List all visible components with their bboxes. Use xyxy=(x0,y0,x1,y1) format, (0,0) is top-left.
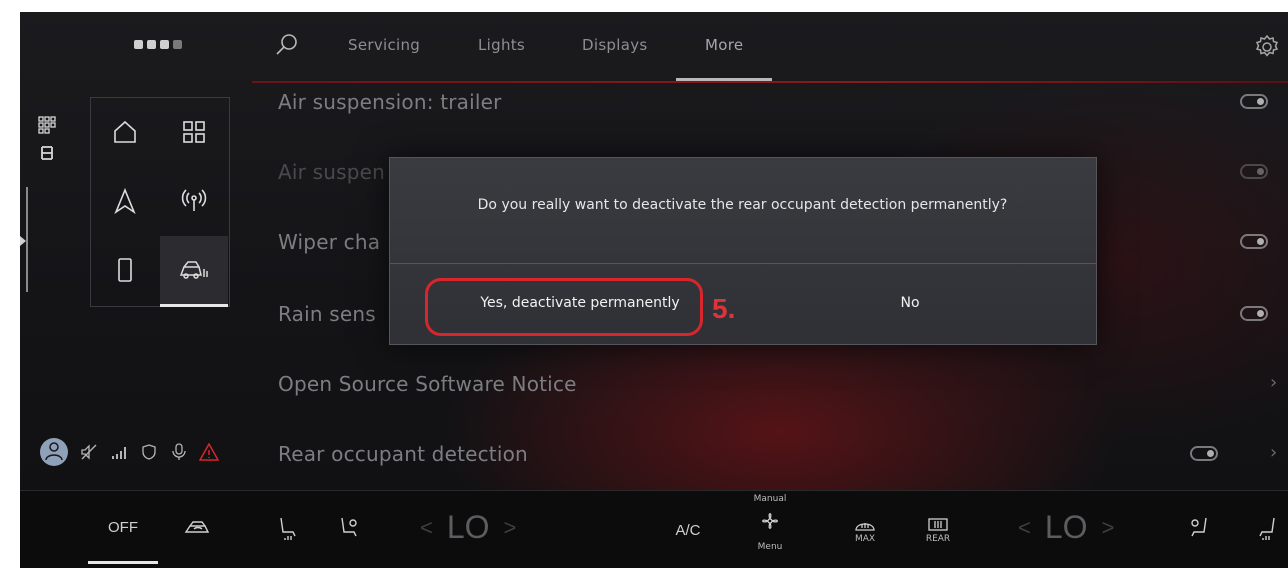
mute-icon xyxy=(78,441,100,463)
status-bar xyxy=(38,435,220,469)
list-item[interactable]: Open Source Software Notice › xyxy=(278,372,1288,442)
fan-menu-label[interactable]: Menu xyxy=(748,541,792,553)
climate-bar: OFF < LO > A/C Manual Menu MAX REAR < LO… xyxy=(20,490,1288,568)
right-seat-heat-icon[interactable] xyxy=(1248,509,1284,549)
radio-icon[interactable] xyxy=(160,167,228,235)
tab-displays[interactable]: Displays xyxy=(582,36,648,54)
setting-label: Rear occupant detection xyxy=(278,442,528,466)
gear-icon[interactable] xyxy=(1254,34,1280,60)
max-defrost-button[interactable]: MAX xyxy=(848,507,882,553)
seat-ventilation-icon[interactable] xyxy=(332,509,368,549)
toggle-switch[interactable] xyxy=(1240,306,1268,321)
rail-handle-icon[interactable] xyxy=(20,236,26,246)
top-bar: Servicing Lights Displays More xyxy=(252,12,1288,82)
brand-icon[interactable] xyxy=(38,144,56,162)
climate-off-button[interactable]: OFF xyxy=(88,501,158,553)
toggle-switch[interactable] xyxy=(1240,164,1268,179)
infotainment-display: Servicing Lights Displays More Air suspe… xyxy=(20,12,1288,568)
car-icon[interactable] xyxy=(160,236,228,307)
setting-label: Wiper cha xyxy=(278,230,381,254)
rear-label: REAR xyxy=(925,534,951,544)
dialog-divider xyxy=(390,263,1096,264)
phone-icon[interactable] xyxy=(91,236,159,304)
fan-icon[interactable] xyxy=(755,507,785,535)
seat-heat-icon[interactable] xyxy=(270,509,306,549)
step-number: 5. xyxy=(712,293,736,324)
chevron-left-icon[interactable]: < xyxy=(1018,515,1031,541)
grid-small-icon[interactable] xyxy=(38,116,56,134)
screenshot-frame: Servicing Lights Displays More Air suspe… xyxy=(0,0,1288,568)
right-temp-value: LO xyxy=(1044,509,1088,545)
left-temperature[interactable]: < LO > xyxy=(420,509,516,546)
fan-mode-label: Manual xyxy=(753,494,787,504)
right-temperature[interactable]: < LO > xyxy=(1018,509,1114,546)
user-profile-icon[interactable] xyxy=(38,436,70,468)
apps-icon[interactable] xyxy=(160,98,228,166)
recirculation-icon[interactable] xyxy=(180,511,216,547)
app-launcher xyxy=(90,97,230,307)
rear-defrost-icon xyxy=(928,518,948,531)
warning-icon xyxy=(198,441,220,463)
no-button[interactable]: No xyxy=(760,273,1060,333)
tab-more[interactable]: More xyxy=(705,36,743,54)
side-shortcuts xyxy=(38,116,62,172)
setting-label: Rain sens xyxy=(278,302,376,326)
toggle-switch[interactable] xyxy=(1190,446,1218,461)
toggle-switch[interactable] xyxy=(1240,234,1268,249)
defrost-icon xyxy=(855,523,875,531)
chevron-right-icon[interactable]: > xyxy=(1102,515,1115,541)
off-indicator xyxy=(88,561,158,564)
chevron-right-icon[interactable]: > xyxy=(504,515,517,541)
privacy-icon xyxy=(138,441,160,463)
right-seat-ventilation-icon[interactable] xyxy=(1180,509,1216,549)
side-rail[interactable] xyxy=(26,187,28,292)
chevron-right-icon: › xyxy=(1270,442,1278,463)
chevron-left-icon[interactable]: < xyxy=(420,515,433,541)
rear-defrost-button[interactable]: REAR xyxy=(918,507,958,553)
list-item[interactable]: Air suspension: trailer xyxy=(278,90,1288,160)
chevron-right-icon: › xyxy=(1270,372,1278,393)
setting-label: Open Source Software Notice xyxy=(278,372,577,396)
setting-label: Air suspension: trailer xyxy=(278,90,502,114)
search-icon[interactable] xyxy=(274,32,304,62)
home-icon[interactable] xyxy=(91,98,159,166)
dialog-message: Do you really want to deactivate the rea… xyxy=(477,197,1008,213)
ac-button[interactable]: A/C xyxy=(668,515,708,545)
setting-label: Air suspen xyxy=(278,160,386,184)
max-label: MAX xyxy=(854,534,876,544)
main-area: Servicing Lights Displays More Air suspe… xyxy=(20,12,1288,490)
microphone-icon xyxy=(168,441,190,463)
tab-servicing[interactable]: Servicing xyxy=(348,36,420,54)
navigation-icon[interactable] xyxy=(91,167,159,235)
highlight-callout xyxy=(425,278,703,336)
toggle-switch[interactable] xyxy=(1240,94,1268,109)
left-temp-value: LO xyxy=(446,509,490,545)
page-indicator xyxy=(134,40,182,49)
signal-icon xyxy=(108,441,130,463)
top-bar-divider xyxy=(252,81,1288,83)
tab-lights[interactable]: Lights xyxy=(478,36,525,54)
